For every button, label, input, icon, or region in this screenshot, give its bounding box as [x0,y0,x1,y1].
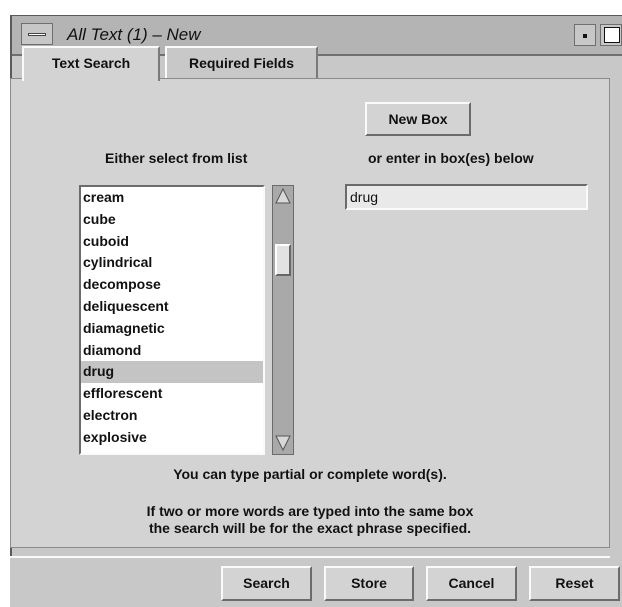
minimize-icon [583,34,587,38]
window-title: All Text (1) – New [67,25,201,44]
list-scrollbar[interactable] [272,185,294,455]
new-box-button[interactable]: New Box [365,102,471,136]
maximize-icon [604,27,620,43]
list-item[interactable]: f [81,449,263,453]
phrase-hint-line2: the search will be for the exact phrase … [148,520,472,536]
maximize-button[interactable] [600,24,622,46]
list-item[interactable]: electron [81,405,263,427]
phrase-hint-line1: If two or more words are typed into the … [146,503,474,519]
select-from-list-label: Either select from list [105,150,248,166]
store-button[interactable]: Store [324,566,414,601]
tab-required-fields[interactable]: Required Fields [165,46,318,80]
word-list[interactable]: cream cube cuboid cylindrical decompose … [79,185,265,455]
search-button[interactable]: Search [221,566,312,601]
list-item-selected[interactable]: drug [81,361,263,384]
reset-button[interactable]: Reset [529,566,620,601]
window-menu-icon [28,33,46,36]
minimize-button[interactable] [574,24,596,46]
list-item[interactable]: cube [81,209,263,231]
cancel-button[interactable]: Cancel [426,566,517,601]
list-item[interactable]: cream [81,187,263,209]
list-item[interactable]: cuboid [81,231,263,253]
search-term-input[interactable] [345,184,588,210]
list-item[interactable]: cylindrical [81,252,263,274]
list-item[interactable]: explosive [81,427,263,449]
scrollbar-thumb[interactable] [275,244,291,276]
list-item[interactable]: deliquescent [81,296,263,318]
scroll-up-arrow-icon[interactable] [274,187,292,205]
list-item[interactable]: efflorescent [81,383,263,405]
list-item[interactable]: decompose [81,274,263,296]
window-menu-button[interactable] [21,23,53,45]
enter-in-box-label: or enter in box(es) below [368,150,534,166]
scroll-down-arrow-icon[interactable] [274,434,292,452]
list-item[interactable]: diamagnetic [81,318,263,340]
partial-word-hint: You can type partial or complete word(s)… [173,466,447,482]
tab-text-search[interactable]: Text Search [22,46,160,81]
list-item[interactable]: diamond [81,340,263,362]
